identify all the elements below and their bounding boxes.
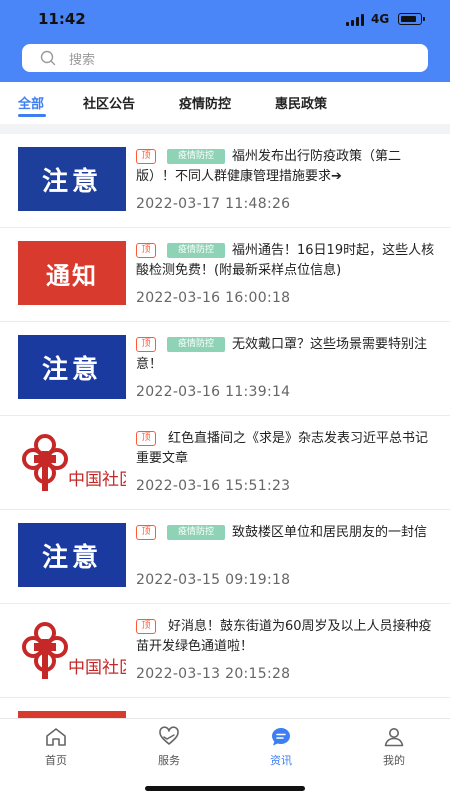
category-tabs: 全部 社区公告 疫情防控 惠民政策	[0, 82, 450, 124]
article-date: 2022-03-13 20:15:28	[136, 666, 291, 682]
nav-home[interactable]: 首页	[16, 725, 96, 775]
list-item[interactable]: 注意 顶 疫情防控 致鼓楼区单位和居民朋友的一封信 2022-03-15 09:…	[0, 510, 450, 604]
article-date: 2022-03-16 15:51:23	[136, 478, 291, 494]
article-date: 2022-03-16 16:00:18	[136, 290, 291, 306]
list-item[interactable]	[0, 698, 450, 718]
article-title: 致鼓楼区单位和居民朋友的一封信	[232, 525, 428, 540]
list-item[interactable]: 通知 顶 疫情防控 福州通告！16日19时起，这些人核酸检测免费！(附最新采样点…	[0, 228, 450, 322]
list-item[interactable]: 注意 顶 疫情防控 福州发布出行防疫政策（第二版）！不同人群健康管理措施要求➔ …	[0, 134, 450, 228]
article-date: 2022-03-17 11:48:26	[136, 196, 291, 212]
list-item[interactable]: 中国社区 顶 红色直播间之《求是》杂志发表习近平总书记重要文章 2022-03-…	[0, 416, 450, 510]
article-list: 注意 顶 疫情防控 福州发布出行防疫政策（第二版）！不同人群健康管理措施要求➔ …	[0, 134, 450, 718]
status-bar: 11:42 4G	[0, 0, 450, 40]
tab-all[interactable]: 全部	[18, 93, 44, 112]
user-icon	[384, 728, 404, 747]
tab-welfare-policy[interactable]: 惠民政策	[275, 93, 327, 112]
article-title: 好消息！鼓东街道为60周岁及以上人员接种疫苗开发绿色通道啦！	[136, 619, 432, 654]
article-thumbnail: 注意	[18, 523, 126, 587]
list-item[interactable]: 注意 顶 疫情防控 无效戴口罩？这些场景需要特别注意！ 2022-03-16 1…	[0, 322, 450, 416]
nav-news[interactable]: 资讯	[241, 725, 321, 775]
home-indicator	[145, 786, 305, 791]
china-community-logo-icon: 中国社区	[22, 622, 126, 679]
nav-services[interactable]: 服务	[129, 725, 209, 775]
article-title: 福州通告！16日19时起，这些人核酸检测免费！(附最新采样点位信息)	[136, 243, 435, 278]
svg-text:中国社区: 中国社区	[68, 658, 126, 678]
community-logo-thumbnail: 中国社区	[18, 429, 126, 493]
community-logo-thumbnail: 中国社区	[18, 617, 126, 681]
search-icon	[40, 50, 56, 66]
article-title: 红色直播间之《求是》杂志发表习近平总书记重要文章	[136, 431, 429, 466]
article-date: 2022-03-15 09:19:18	[136, 572, 291, 588]
section-divider	[0, 124, 450, 134]
article-date: 2022-03-16 11:39:14	[136, 384, 291, 400]
china-community-logo-icon: 中国社区	[22, 434, 126, 491]
tab-epidemic-control[interactable]: 疫情防控	[179, 93, 231, 112]
chat-icon	[272, 728, 290, 746]
svg-text:中国社区: 中国社区	[68, 470, 126, 490]
network-type: 4G	[371, 12, 390, 26]
nav-mine[interactable]: 我的	[354, 725, 434, 775]
article-thumbnail: 通知	[18, 241, 126, 305]
tab-community-notice[interactable]: 社区公告	[83, 93, 135, 112]
article-title: 无效戴口罩？这些场景需要特别注意！	[136, 337, 428, 372]
battery-icon	[398, 13, 425, 25]
list-item[interactable]: 中国社区 顶 好消息！鼓东街道为60周岁及以上人员接种疫苗开发绿色通道啦！ 20…	[0, 604, 450, 698]
status-time: 11:42	[38, 10, 86, 28]
article-thumbnail: 注意	[18, 335, 126, 399]
search-input[interactable]: 搜索	[22, 44, 428, 72]
article-title: 福州发布出行防疫政策（第二版）！不同人群健康管理措施要求➔	[136, 149, 402, 184]
header-bar: 11:42 4G 搜索	[0, 0, 450, 82]
signal-icon	[346, 14, 366, 26]
heart-hand-icon	[159, 726, 179, 745]
tab-active-indicator	[18, 114, 46, 117]
home-icon	[46, 728, 66, 746]
article-thumbnail	[18, 711, 126, 718]
article-thumbnail: 注意	[18, 147, 126, 211]
search-placeholder: 搜索	[69, 53, 96, 68]
